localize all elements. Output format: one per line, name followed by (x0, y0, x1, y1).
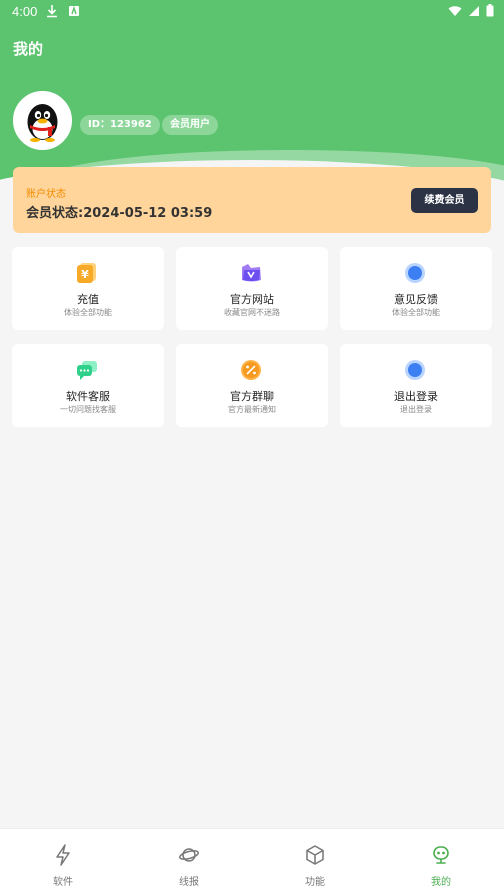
group-chat-icon (241, 360, 261, 380)
feature-subtitle: 官方最新通知 (228, 405, 276, 414)
feature-subtitle: 退出登录 (400, 405, 432, 414)
feature-title: 充值 (77, 293, 99, 306)
cube-icon (306, 845, 324, 865)
feature-customer-service[interactable]: 软件客服 一切问题找客服 (12, 344, 164, 427)
feedback-icon (405, 263, 425, 283)
status-notification-icons (46, 4, 80, 18)
feature-subtitle: 体验全部功能 (64, 308, 112, 317)
robot-icon (433, 846, 449, 864)
wifi-icon (448, 5, 462, 16)
feature-group-chat[interactable]: 官方群聊 官方最新通知 (176, 344, 328, 427)
yuan-coin-icon: ¥ (77, 263, 96, 283)
avatar[interactable] (13, 91, 72, 150)
feature-feedback[interactable]: 意见反馈 体验全部功能 (340, 247, 492, 330)
svg-text:¥: ¥ (81, 268, 89, 281)
tab-software[interactable]: 软件 (0, 829, 126, 896)
penguin-avatar-icon (27, 104, 58, 142)
tab-label: 软件 (53, 877, 73, 888)
feature-grid: ¥ 充值 体验全部功能 官方网站 收藏官网不迷路 意见反馈 体验全部功能 软件客… (12, 247, 492, 427)
feature-official-site[interactable]: 官方网站 收藏官网不迷路 (176, 247, 328, 330)
tab-label: 线报 (179, 877, 199, 888)
logout-icon (405, 360, 425, 380)
account-status-card: 账户状态 会员状态:2024-05-12 03:59 续费会员 (13, 167, 491, 233)
membership-expiry: 会员状态:2024-05-12 03:59 (26, 206, 213, 221)
account-label: 账户状态 (26, 189, 66, 200)
feature-title: 软件客服 (66, 390, 110, 403)
renew-membership-button[interactable]: 续费会员 (411, 188, 478, 213)
feature-subtitle: 体验全部功能 (392, 308, 440, 317)
status-time: 4:00 (12, 4, 38, 19)
battery-icon (486, 4, 494, 17)
feature-logout[interactable]: 退出登录 退出登录 (340, 344, 492, 427)
member-badge: 会员用户 (162, 115, 218, 135)
feature-subtitle: 收藏官网不迷路 (224, 308, 280, 317)
app-notification-icon (69, 5, 79, 16)
tab-deals[interactable]: 线报 (126, 829, 252, 896)
tab-label: 功能 (305, 877, 325, 888)
user-id-badge: ID：123962 (80, 115, 160, 135)
planet-icon (179, 848, 199, 862)
signal-icon (469, 5, 479, 16)
tab-mine[interactable]: 我的 (378, 829, 504, 896)
feature-title: 官方群聊 (230, 390, 274, 403)
status-system-icons (448, 4, 494, 17)
feature-title: 退出登录 (394, 390, 438, 403)
feature-recharge[interactable]: ¥ 充值 体验全部功能 (12, 247, 164, 330)
tab-label: 我的 (431, 877, 451, 888)
chat-icon (77, 361, 97, 380)
tab-features[interactable]: 功能 (252, 829, 378, 896)
feature-subtitle: 一切问题找客服 (60, 405, 116, 414)
bottom-tab-bar: 软件 线报 功能 我的 (0, 828, 504, 896)
feature-title: 官方网站 (230, 293, 274, 306)
lightning-icon (56, 844, 70, 866)
website-icon (242, 264, 261, 282)
download-icon (47, 5, 57, 18)
feature-title: 意见反馈 (394, 293, 438, 306)
page-title: 我的 (13, 40, 44, 58)
status-bar: 4:00 (0, 0, 504, 24)
